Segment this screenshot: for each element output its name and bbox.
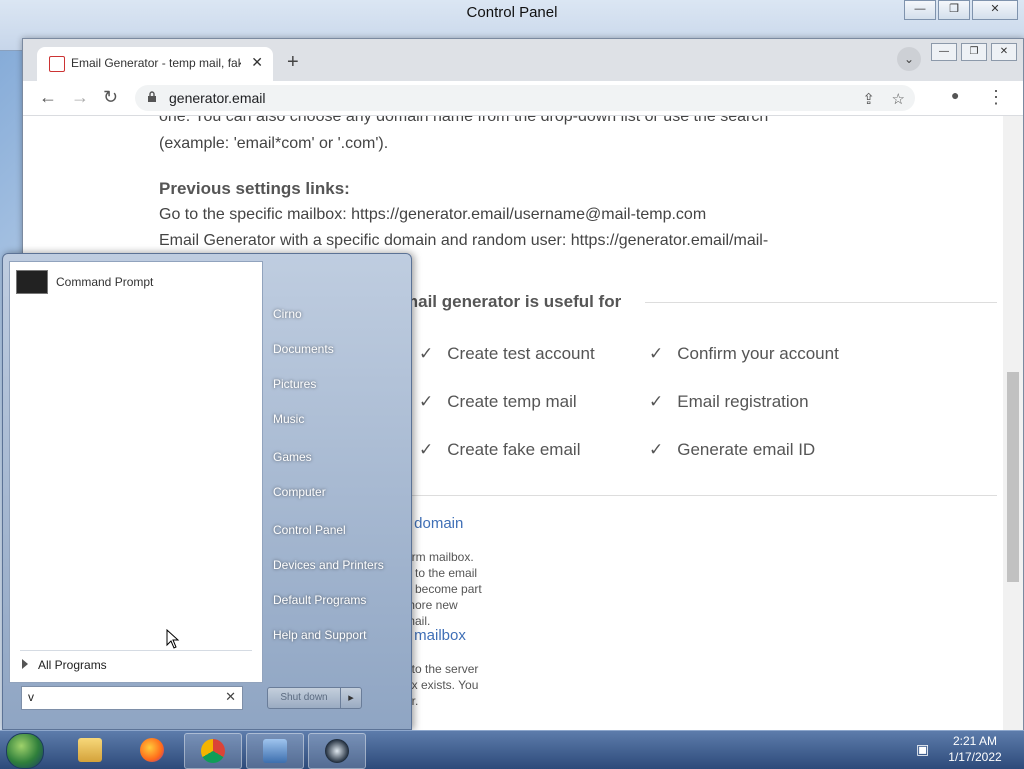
- control-panel-title: Control Panel: [466, 4, 558, 21]
- check-icon: ✓: [419, 392, 434, 411]
- arrow-right-icon: [22, 659, 28, 669]
- back-arrow-icon[interactable]: ←: [39, 87, 57, 108]
- browser-toolbar: ← → ↻ generator.email ⇪ ☆ ● ⋮: [23, 81, 1023, 116]
- lock-icon: [148, 91, 156, 102]
- control-panel-maximize-button[interactable]: ❐: [938, 0, 970, 20]
- feature-item: ✓ Create fake email: [419, 440, 581, 459]
- taskbar-chrome[interactable]: [184, 733, 242, 769]
- page-scrollbar[interactable]: [1003, 116, 1023, 731]
- start-item-pictures[interactable]: Pictures: [273, 377, 316, 391]
- check-icon: ✓: [419, 344, 434, 363]
- clock-time: 2:21 AM: [952, 734, 998, 748]
- previous-settings-heading: Previous settings links:: [159, 179, 350, 198]
- program-item-command-prompt[interactable]: Command Prompt: [14, 270, 254, 296]
- start-item-computer[interactable]: Computer: [273, 485, 326, 499]
- program-label: Command Prompt: [56, 275, 154, 289]
- start-item-control-panel[interactable]: Control Panel: [273, 523, 346, 537]
- network-icon[interactable]: ▣: [916, 741, 929, 758]
- tab-search-button[interactable]: ⌄: [897, 47, 921, 71]
- mailbox-text: ox exists. You: [405, 678, 479, 692]
- start-button[interactable]: [6, 733, 44, 769]
- check-icon: ✓: [649, 440, 664, 459]
- forward-arrow-icon[interactable]: →: [71, 87, 89, 108]
- start-menu-separator: [20, 650, 252, 651]
- check-icon: ✓: [649, 344, 664, 363]
- intro-text-line2: (example: 'email*com' or '.com').: [159, 135, 389, 152]
- feature-item: ✓ Create temp mail: [419, 392, 577, 411]
- command-prompt-icon: [16, 270, 48, 294]
- domain-text: more new: [405, 598, 458, 612]
- start-item-documents[interactable]: Documents: [273, 342, 334, 356]
- browser-minimize-button[interactable]: —: [931, 43, 957, 61]
- intro-text-line1: one. You can also choose any domain name…: [159, 116, 769, 125]
- start-menu: Command Prompt All Programs v ✕ Cirno Do…: [2, 253, 412, 730]
- feature-item: ✓ Generate email ID: [649, 440, 816, 459]
- useful-for-heading: mail generator is useful for: [403, 292, 622, 311]
- tab-email-generator[interactable]: Email Generator - temp mail, fake ✕: [37, 47, 273, 81]
- share-icon[interactable]: ⇪: [862, 90, 875, 108]
- taskbar-steam[interactable]: [308, 733, 366, 769]
- start-item-default-programs[interactable]: Default Programs: [273, 593, 366, 607]
- taskbar-control-panel[interactable]: [246, 733, 304, 769]
- start-menu-programs-pane: Command Prompt All Programs: [9, 261, 263, 683]
- mailbox-text: t to the server: [405, 662, 479, 676]
- taskbar: ▣ 2:21 AM 1/17/2022: [0, 730, 1024, 769]
- start-item-games[interactable]: Games: [273, 450, 312, 464]
- taskbar-firefox[interactable]: [124, 733, 180, 767]
- section-divider: [645, 302, 997, 303]
- feature-item: ✓ Email registration: [649, 392, 809, 411]
- check-icon: ✓: [649, 392, 664, 411]
- domain-text: erm mailbox.: [405, 550, 474, 564]
- start-item-help-support[interactable]: Help and Support: [273, 628, 366, 642]
- bookmark-star-icon[interactable]: ☆: [892, 90, 905, 108]
- check-icon: ✓: [419, 440, 434, 459]
- domain-text: n to the email: [405, 566, 478, 580]
- feature-item: ✓ Confirm your account: [649, 344, 839, 363]
- control-panel-icon: [263, 739, 287, 763]
- start-item-user[interactable]: Cirno: [273, 307, 302, 321]
- section-divider: [403, 495, 997, 496]
- domain-text: o become part: [405, 582, 482, 596]
- scrollbar-thumb[interactable]: [1007, 372, 1019, 582]
- feature-item: ✓ Create test account: [419, 344, 595, 363]
- search-query: v: [28, 690, 34, 704]
- browser-maximize-button[interactable]: ❐: [961, 43, 987, 61]
- firefox-icon: [140, 738, 164, 762]
- new-tab-button[interactable]: +: [287, 51, 299, 74]
- mouse-cursor-icon: [166, 629, 180, 649]
- reload-icon[interactable]: ↻: [103, 87, 118, 108]
- address-bar[interactable]: generator.email ⇪ ☆: [135, 85, 915, 111]
- start-item-devices-printers[interactable]: Devices and Printers: [273, 558, 384, 572]
- start-item-music[interactable]: Music: [273, 412, 304, 426]
- folder-icon: [78, 738, 102, 762]
- control-panel-minimize-button[interactable]: —: [904, 0, 936, 20]
- domain-link[interactable]: r domain: [405, 515, 463, 532]
- mail-favicon-icon: [49, 56, 65, 72]
- mailbox-link[interactable]: r mailbox: [405, 627, 466, 644]
- clear-search-icon[interactable]: ✕: [225, 689, 236, 705]
- clock-date: 1/17/2022: [948, 750, 1002, 764]
- browser-close-button[interactable]: ✕: [991, 43, 1017, 61]
- all-programs-button[interactable]: All Programs: [22, 658, 107, 672]
- steam-icon: [325, 739, 349, 763]
- browser-menu-icon[interactable]: ⋮: [987, 87, 1005, 108]
- shutdown-button[interactable]: Shut down: [267, 687, 341, 709]
- taskbar-explorer[interactable]: [62, 733, 118, 767]
- shutdown-options-arrow-icon[interactable]: ▸: [340, 687, 362, 709]
- start-search-input[interactable]: v ✕: [21, 686, 243, 710]
- tab-strip: Email Generator - temp mail, fake ✕ + ⌄ …: [23, 39, 1023, 81]
- tab-title: Email Generator - temp mail, fake: [71, 56, 241, 70]
- all-programs-label: All Programs: [38, 658, 107, 672]
- previous-settings-line1: Go to the specific mailbox: https://gene…: [159, 206, 707, 223]
- url-text: generator.email: [169, 90, 266, 106]
- chrome-icon: [201, 739, 225, 763]
- tab-close-icon[interactable]: ✕: [251, 54, 263, 71]
- control-panel-close-button[interactable]: ✕: [972, 0, 1018, 20]
- profile-avatar-icon[interactable]: ●: [951, 87, 959, 103]
- previous-settings-line2: Email Generator with a specific domain a…: [159, 232, 769, 249]
- system-clock[interactable]: 2:21 AM 1/17/2022: [940, 733, 1010, 765]
